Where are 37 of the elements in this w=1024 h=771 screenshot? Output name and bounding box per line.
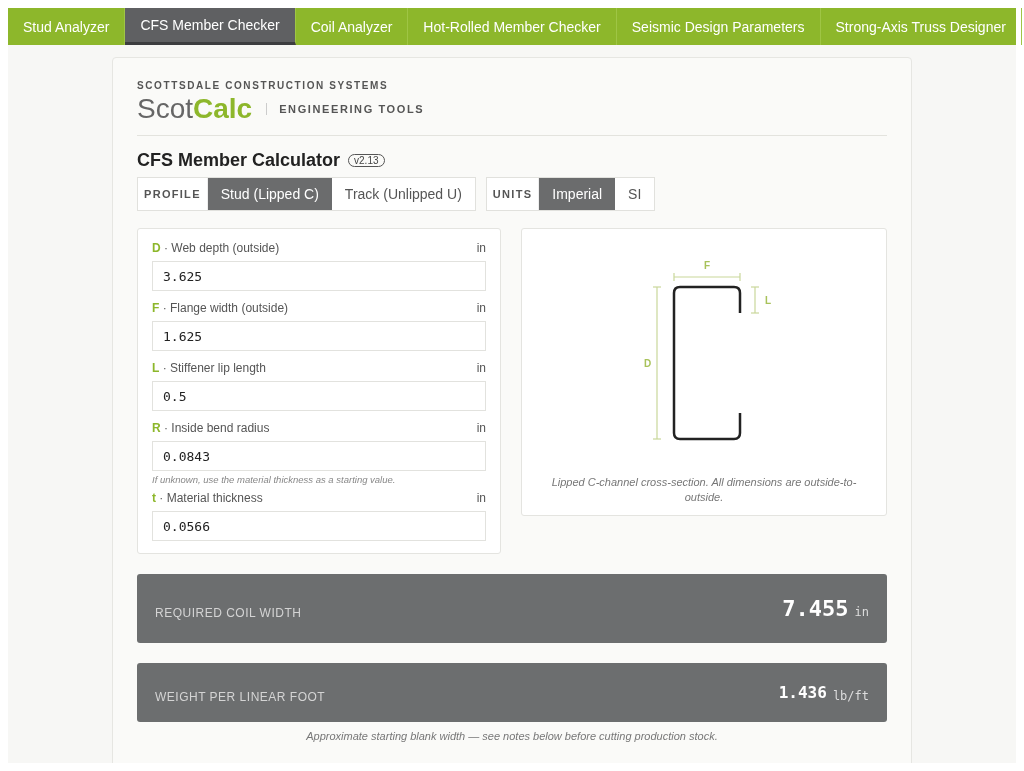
dimension-label: L — [765, 295, 772, 306]
field-label: t · Material thickness — [152, 491, 263, 505]
unit-label: in — [476, 491, 486, 505]
result-label: WEIGHT PER LINEAR FOOT — [155, 689, 327, 704]
profile-option[interactable]: Stud (Lipped C) — [207, 178, 332, 210]
field-hint: If unknown, use the material thickness as a starting value. — [152, 474, 397, 485]
unit-label: in — [476, 301, 486, 315]
field-label: L · Stiffener lip length — [152, 361, 266, 375]
input-field[interactable]: 0.0843 — [152, 441, 486, 471]
result-value: 7.455 — [782, 596, 849, 621]
calculator-title: CFS Member Calculator — [137, 150, 341, 171]
input-field[interactable]: 0.0566 — [152, 511, 486, 541]
tagline: ENGINEERING TOOLS — [266, 103, 425, 115]
nav-tab[interactable]: CFS Member Checker — [125, 8, 296, 45]
profile-label: PROFILE — [138, 178, 208, 210]
input-field[interactable]: 0.5 — [152, 381, 486, 411]
dimension-label: F — [703, 260, 711, 271]
input-field[interactable]: 1.625 — [152, 321, 486, 351]
result-unit: lb/ft — [832, 688, 869, 703]
dimension-line — [750, 286, 760, 314]
field-label: D · Web depth (outside) — [152, 241, 280, 255]
unit-label: in — [476, 421, 486, 435]
unit-label: in — [476, 241, 486, 255]
units-option[interactable]: Imperial — [539, 178, 616, 210]
dimension-line — [673, 272, 741, 282]
company-name: SCOTTSDALE CONSTRUCTION SYSTEMS — [137, 80, 390, 91]
logo: ScotCalc — [137, 93, 253, 125]
diagram-caption: Lipped C-channel cross-section. All dimensions are outside-to-outside. — [550, 475, 858, 505]
unit-label: in — [476, 361, 486, 375]
field-label: R · Inside bend radius — [152, 421, 270, 435]
footnote: Approximate starting blank width — see notes below before cutting production stock. — [305, 730, 719, 742]
field-label: F · Flange width (outside) — [152, 301, 289, 315]
input-field[interactable]: 3.625 — [152, 261, 486, 291]
dimension-label: D — [644, 358, 652, 369]
result-value: 1.436 — [778, 683, 827, 702]
result-label: REQUIRED COIL WIDTH — [155, 605, 303, 620]
result-unit: in — [854, 604, 869, 619]
